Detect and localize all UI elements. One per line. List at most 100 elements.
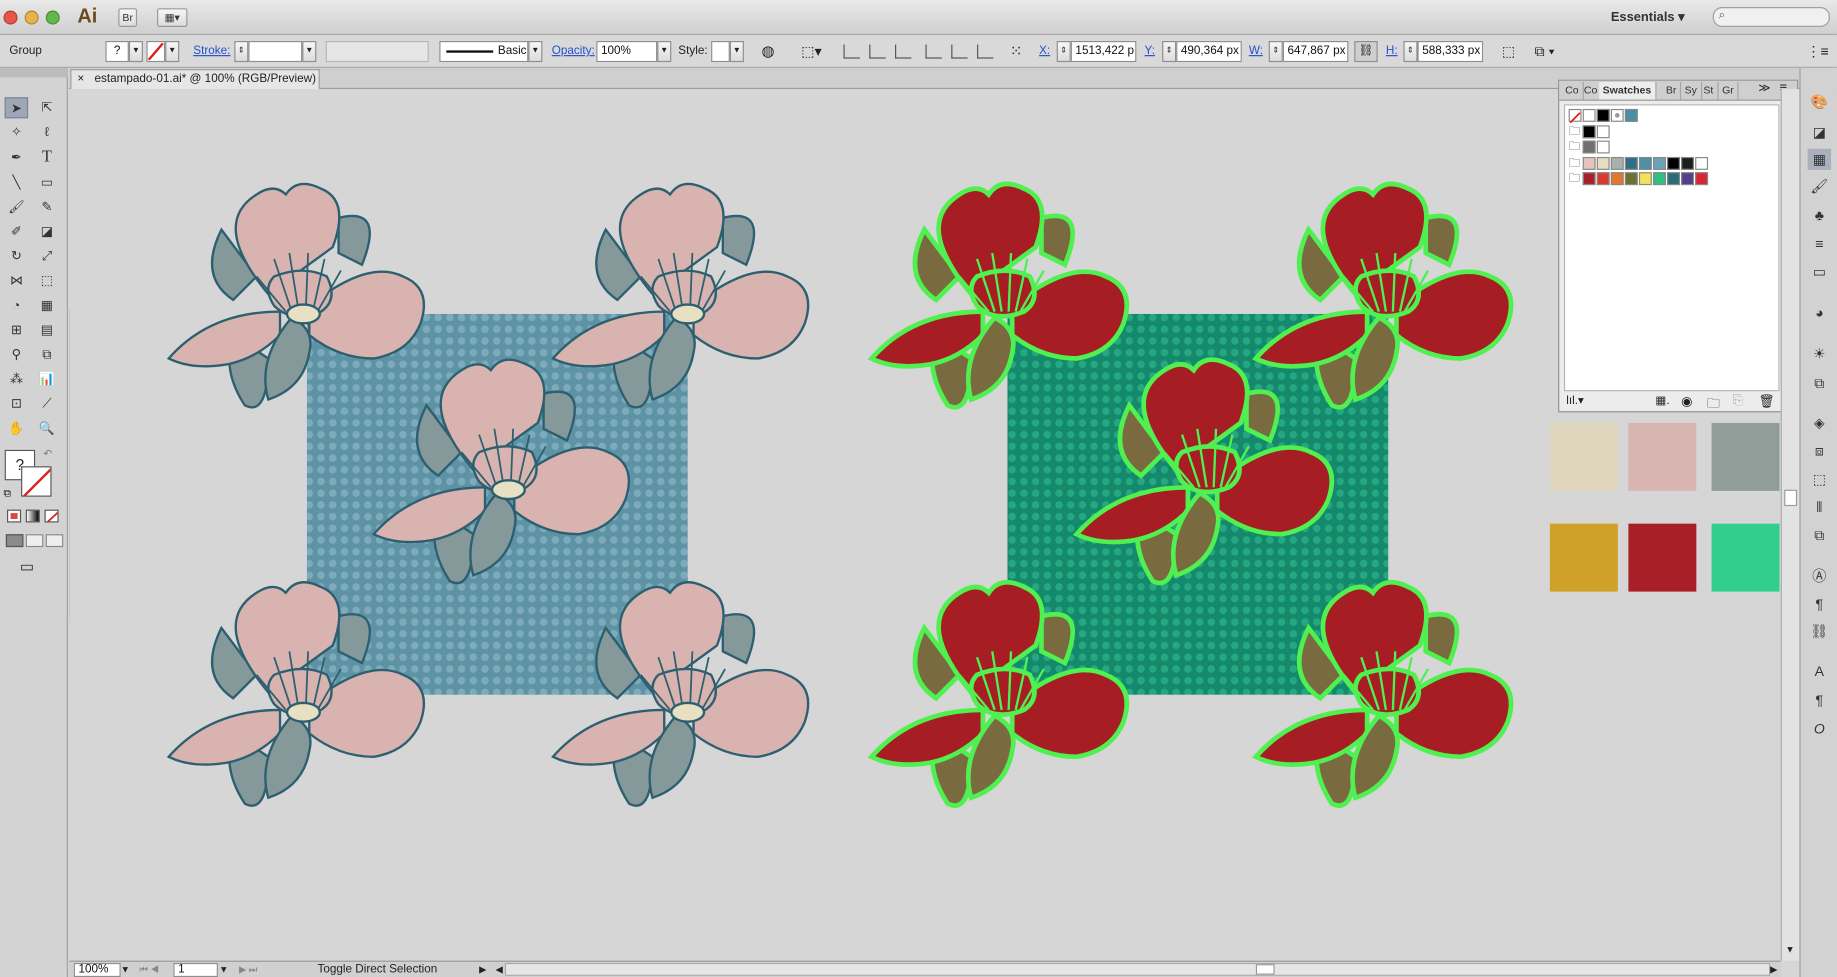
stroke-dropdown[interactable]: ▼ [165, 41, 180, 63]
paragraph-styles-panel-icon[interactable]: ¶ [1808, 594, 1831, 615]
recolor-artwork-icon[interactable]: ◍ [761, 41, 774, 62]
palette-swatch-pink[interactable] [1628, 422, 1697, 491]
tab-gradient[interactable]: Gr [1719, 82, 1739, 100]
artboard-dropdown[interactable]: ▼ [219, 962, 228, 977]
swatch[interactable] [1582, 108, 1596, 122]
draw-normal-button[interactable] [5, 534, 24, 548]
swatch[interactable] [1638, 172, 1652, 186]
scroll-down-arrow[interactable]: ▼ [1785, 944, 1794, 955]
graphic-styles-panel-icon[interactable]: ⧉ [1808, 373, 1831, 394]
first-artboard-icon[interactable]: ⏮ ◀ [139, 962, 158, 977]
swatch[interactable] [1652, 172, 1666, 186]
none-mode-button[interactable] [44, 509, 59, 523]
swatch[interactable] [1596, 172, 1610, 186]
w-stepper[interactable]: ⇕ [1268, 41, 1283, 63]
pen-tool[interactable]: ✒ [5, 148, 28, 169]
horizontal-align-right-icon[interactable] [895, 44, 912, 59]
scroll-right-arrow[interactable]: ▶ [1770, 962, 1777, 977]
palette-swatch-cream[interactable] [1549, 422, 1618, 491]
horizontal-align-left-icon[interactable] [843, 44, 860, 59]
swatch[interactable] [1582, 140, 1596, 154]
paragraph-panel-icon[interactable]: ¶ [1808, 690, 1831, 711]
swatch[interactable] [1596, 124, 1610, 138]
symbols-panel-icon[interactable]: ♣ [1808, 205, 1831, 226]
h-label[interactable]: H: [1386, 41, 1398, 62]
eyedropper-tool[interactable]: ⚲ [5, 344, 28, 365]
fill-dropdown[interactable]: ▼ [128, 41, 143, 63]
align-panel-icon[interactable]: ⫴ [1808, 497, 1831, 518]
perspective-grid-tool[interactable]: ▦ [35, 295, 58, 316]
stroke-weight-stepper[interactable]: ⇕ [234, 41, 249, 63]
reference-point-icon[interactable]: ⁙ [1010, 41, 1023, 62]
swatch[interactable] [1582, 124, 1596, 138]
appearance-panel-icon[interactable]: ☀ [1808, 343, 1831, 364]
artboard-tool[interactable]: ⊡ [5, 394, 28, 415]
swatch[interactable] [1667, 172, 1680, 186]
delete-swatch-icon[interactable]: 🗑 [1758, 394, 1774, 409]
mesh-tool[interactable]: ⊞ [5, 320, 28, 341]
next-artboard-icon[interactable]: ▶ ⏭ [239, 962, 257, 977]
stroke-weight-dropdown[interactable]: ▼ [302, 41, 317, 63]
brush-dropdown[interactable]: ▼ [528, 41, 543, 63]
color-mode-button[interactable] [7, 509, 22, 523]
swatch[interactable] [1695, 172, 1709, 186]
w-field[interactable]: 647,867 px [1282, 41, 1349, 63]
slice-tool[interactable]: ⟋ [35, 394, 58, 415]
rectangle-tool[interactable]: ▭ [35, 172, 58, 193]
swatch[interactable] [1582, 156, 1596, 170]
x-stepper[interactable]: ⇕ [1056, 41, 1071, 63]
y-field[interactable]: 490,364 px [1176, 41, 1242, 63]
direct-selection-tool[interactable]: ⇱ [35, 97, 58, 118]
toolbox-grip[interactable] [0, 67, 68, 78]
workspace-switcher[interactable]: Essentials ▾ [1611, 9, 1685, 25]
swatch[interactable] [1652, 156, 1666, 170]
vertical-align-bottom-icon[interactable] [977, 44, 994, 59]
stroke-weight-field[interactable] [248, 41, 303, 63]
artboards-panel-icon[interactable]: ⧈ [1808, 440, 1831, 461]
width-tool[interactable]: ⋈ [5, 271, 28, 292]
pencil-tool[interactable]: ✎ [35, 197, 58, 218]
show-swatch-kinds-icon[interactable]: ▦. [1655, 395, 1669, 408]
minimize-window-button[interactable] [24, 10, 39, 25]
palette-swatch-mint[interactable] [1711, 523, 1780, 592]
horizontal-scrollbar[interactable] [504, 962, 1771, 976]
layers-panel-icon[interactable]: ◈ [1808, 412, 1831, 433]
h-field[interactable]: 588,333 px [1417, 41, 1484, 63]
opacity-field[interactable]: 100% [596, 41, 658, 63]
scroll-thumb[interactable] [1784, 489, 1798, 507]
isolate-group-icon[interactable]: ⧉ ▾ [1535, 41, 1555, 62]
h-scroll-thumb[interactable] [1255, 964, 1275, 975]
paintbrush-tool[interactable]: 🖌 [5, 197, 28, 218]
zoom-tool[interactable]: 🔍 [35, 418, 58, 439]
brushes-panel-icon[interactable]: 🖌 [1808, 176, 1831, 197]
x-field[interactable]: 1513,422 p [1070, 41, 1137, 63]
expand-panel-icon[interactable]: ≫ [1758, 82, 1770, 95]
close-tab-icon[interactable]: × [77, 73, 84, 86]
transform-icon[interactable]: ⬚ [1502, 41, 1515, 62]
swatches-panel-icon[interactable]: ▦ [1807, 148, 1832, 170]
palette-swatch-red[interactable] [1628, 523, 1697, 592]
bridge-button[interactable]: Br [118, 8, 138, 27]
variable-width-profile[interactable] [325, 41, 429, 63]
draw-inside-button[interactable] [45, 534, 64, 548]
y-stepper[interactable]: ⇕ [1162, 41, 1177, 63]
shape-builder-tool[interactable]: ◔ [5, 295, 28, 316]
color-guide-panel-icon[interactable]: ◪ [1808, 122, 1831, 143]
graphic-style-dropdown[interactable]: ▼ [729, 41, 744, 63]
h-stepper[interactable]: ⇕ [1403, 41, 1418, 63]
palette-swatch-gray-green[interactable] [1711, 422, 1780, 491]
swatch[interactable] [1624, 172, 1638, 186]
swatch[interactable] [1596, 140, 1610, 154]
stroke-panel-icon[interactable]: ≡ [1808, 233, 1831, 254]
zoom-level-field[interactable]: 100% [73, 962, 121, 977]
color-group-folder-icon[interactable]: 🗀 [1569, 170, 1581, 190]
character-panel-icon[interactable]: A [1808, 661, 1831, 682]
artboard-canvas[interactable] [69, 89, 1781, 961]
rotate-tool[interactable]: ↻ [5, 246, 28, 267]
lasso-tool[interactable]: ℓ [35, 122, 58, 143]
artboard-number-field[interactable]: 1 [173, 962, 218, 977]
tab-brushes[interactable]: Br [1662, 82, 1682, 100]
stroke-color-box[interactable] [146, 41, 166, 63]
pathfinder-panel-icon[interactable]: ⧉ [1808, 525, 1831, 546]
brush-definition[interactable]: Basic [439, 41, 529, 63]
